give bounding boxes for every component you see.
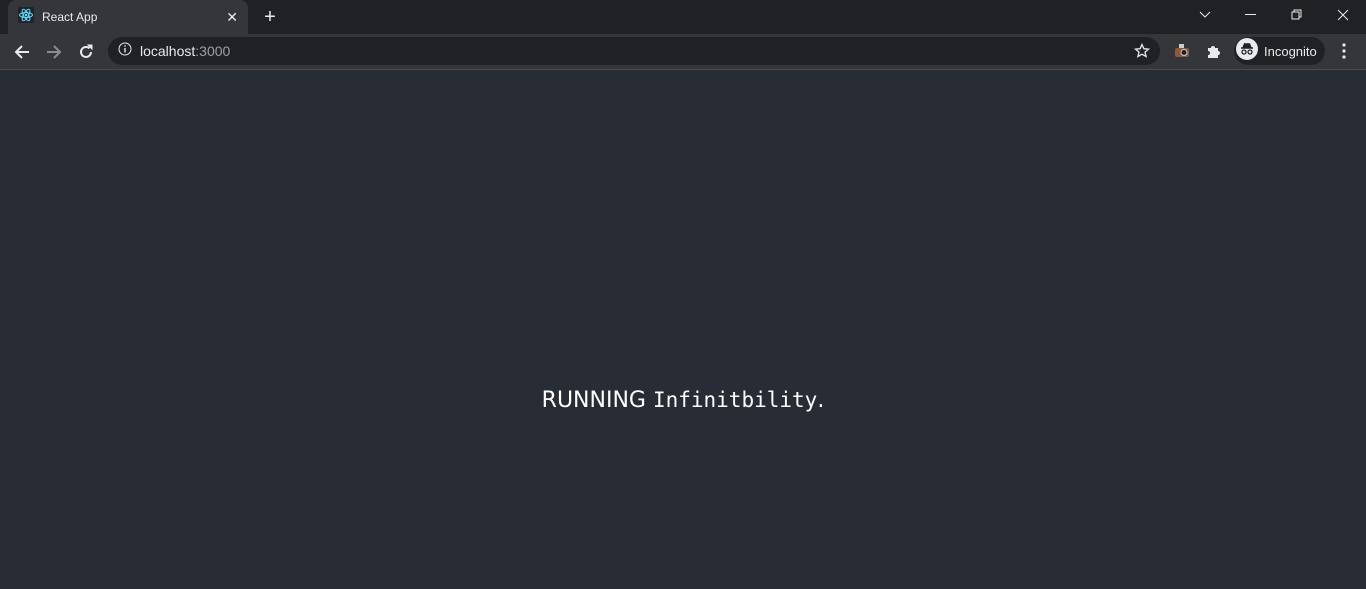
incognito-label: Incognito [1264,43,1317,59]
new-tab-button[interactable]: + [260,6,280,29]
tab-strip: React App ✕ + [0,0,1366,34]
incognito-profile-button[interactable]: Incognito [1234,37,1325,65]
info-icon[interactable] [118,42,132,61]
tab-react-app[interactable]: React App ✕ [8,0,248,34]
menu-kebab-icon[interactable] [1337,42,1351,65]
restore-icon[interactable] [1274,0,1320,30]
page-content: RUNNING Infinitbility. [0,70,1366,588]
back-icon[interactable] [6,36,38,68]
extension-camera-icon[interactable] [1173,42,1191,65]
tab-title: React App [42,10,98,24]
react-icon [18,6,34,28]
app-name-code: Infinitbility [652,387,818,412]
forward-icon[interactable] [38,36,70,68]
running-message: RUNNING Infinitbility. [542,388,825,413]
reload-icon[interactable] [70,36,102,68]
extensions-puzzle-icon[interactable] [1205,42,1223,65]
minimize-icon[interactable] [1228,0,1274,30]
incognito-icon [1236,37,1258,65]
url-port: :3000 [195,43,231,59]
toolbar: localhost:3000 Incognito [0,34,1366,70]
tab-close-icon[interactable]: ✕ [226,9,238,26]
close-window-icon[interactable] [1320,0,1366,30]
tab-search-chevron-icon[interactable] [1182,0,1228,30]
message-suffix: . [817,387,825,413]
address-bar[interactable]: localhost:3000 [108,37,1160,65]
message-prefix: RUNNING [541,387,653,413]
bookmark-star-icon[interactable] [1133,42,1151,64]
url-host: localhost [140,43,196,59]
